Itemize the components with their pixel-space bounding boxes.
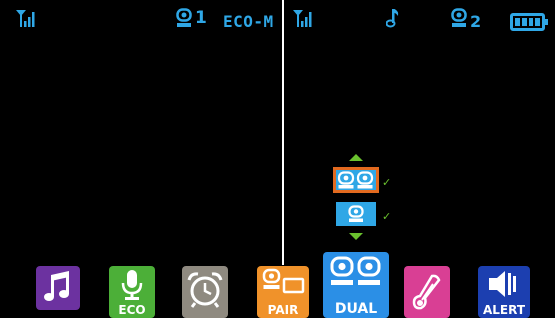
music-note-icon (386, 8, 400, 28)
chevron-down-icon[interactable] (349, 233, 363, 240)
dual-camera-icon (330, 256, 381, 285)
microphone-icon (121, 270, 143, 300)
speaker-icon (489, 271, 516, 297)
split-divider (282, 0, 284, 265)
camera-icon (348, 205, 364, 222)
eco-button[interactable]: ECO (109, 266, 155, 318)
chevron-up-icon[interactable] (349, 154, 363, 161)
camera-1-indicator: 1 (176, 8, 207, 28)
eco-label: ECO (118, 303, 146, 317)
alert-button[interactable]: ALERT (478, 266, 530, 318)
alert-label: ALERT (482, 303, 526, 317)
dual-label: DUAL (334, 301, 378, 317)
alarm-clock-icon (187, 272, 223, 308)
temperature-button[interactable] (404, 266, 450, 318)
signal-icon (15, 8, 37, 28)
check-icon: ✓ (382, 176, 392, 189)
monitor-screen: 1 ECO-M 2 ✓ ✓ ECO PAIR DUAL ALERT (0, 0, 555, 318)
pair-camera-icon (262, 268, 305, 294)
camera-icon (176, 8, 192, 28)
dual-camera-icon (337, 171, 374, 189)
signal-icon (292, 8, 314, 28)
thermometer-icon (412, 274, 441, 310)
camera-number: 1 (195, 8, 207, 28)
single-camera-option[interactable] (336, 202, 376, 226)
pair-button[interactable]: PAIR (257, 266, 309, 318)
dual-camera-option[interactable] (333, 167, 379, 193)
battery-icon (510, 13, 548, 31)
dual-button[interactable]: DUAL (323, 252, 389, 318)
camera-2-indicator: 2 (451, 8, 482, 31)
camera-view-picker[interactable]: ✓ ✓ (333, 154, 393, 244)
music-note-icon (44, 271, 69, 301)
pair-label: PAIR (267, 303, 299, 317)
bottom-toolbar: ECO PAIR DUAL ALERT (0, 252, 555, 318)
camera-number: 2 (470, 11, 482, 31)
alarm-button[interactable] (182, 266, 228, 318)
music-button[interactable] (36, 266, 80, 310)
eco-mode-label: ECO-M (223, 12, 274, 31)
camera-icon (451, 8, 467, 28)
check-icon: ✓ (382, 210, 392, 223)
